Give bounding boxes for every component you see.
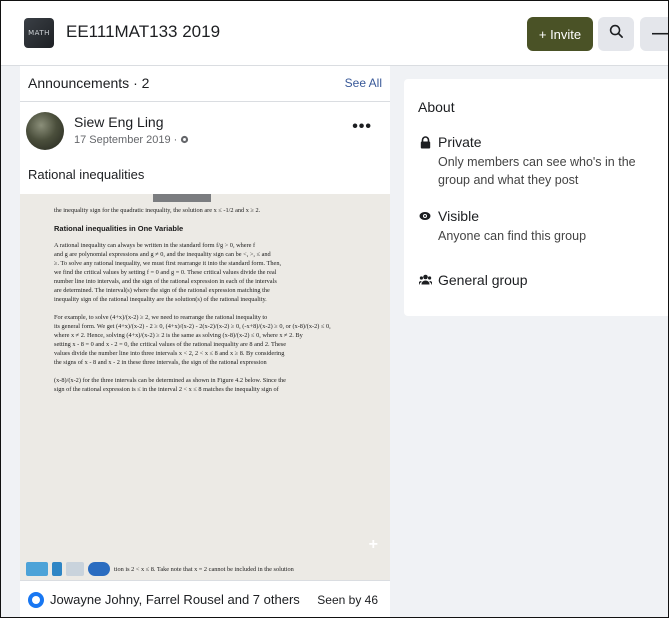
group-thumbnail[interactable]: MATH xyxy=(24,18,54,48)
doc-gap xyxy=(54,304,368,313)
plus-icon: + xyxy=(368,536,378,553)
private-description: Only members can see who's in the group … xyxy=(438,155,636,187)
toolbar-chip-icon[interactable] xyxy=(66,562,84,576)
post-footer: Jowayne Johny, Farrel Rousel and 7 other… xyxy=(20,580,390,618)
visible-title: Visible xyxy=(438,208,479,224)
lock-icon xyxy=(418,136,432,152)
doc-content: the inequality sign for the quadratic in… xyxy=(54,206,368,394)
post-date[interactable]: 17 September 2019 · xyxy=(74,134,189,146)
post-attachment-image[interactable]: the inequality sign for the quadratic in… xyxy=(20,194,390,580)
group-header: MATH EE111MAT133 2019 + Invite — xyxy=(0,0,669,66)
invite-button[interactable]: + Invite xyxy=(527,17,593,51)
private-title: Private xyxy=(438,134,482,150)
doc-line: A rational inequality can always be writ… xyxy=(54,242,256,249)
doc-line: sign of the rational expression is ≤ in … xyxy=(54,386,279,393)
reaction-icon[interactable] xyxy=(28,592,44,608)
about-title: About xyxy=(418,99,455,115)
search-icon xyxy=(609,24,624,44)
reactors-text[interactable]: Jowayne Johny, Farrel Rousel and 7 other… xyxy=(50,592,300,607)
doc-line: number line into intervals, and the sign… xyxy=(54,278,277,285)
invite-button-label: + Invite xyxy=(538,26,582,42)
doc-line: inequality sign of the rational inequali… xyxy=(54,296,267,303)
announcements-header: Announcements · 2 See All xyxy=(20,66,390,102)
post-header: Siew Eng Ling 17 September 2019 · ••• xyxy=(20,110,390,158)
avatar[interactable] xyxy=(26,112,64,150)
doc-toolbar-text: tion is 2 < x ≤ 8. Take note that x = 2 … xyxy=(114,565,294,573)
about-card: About Private Only members can see who's… xyxy=(404,79,669,316)
search-button[interactable] xyxy=(598,17,634,51)
group-name[interactable]: EE111MAT133 2019 xyxy=(66,22,220,42)
doc-lines: A rational inequality can always be writ… xyxy=(54,241,368,394)
doc-line: For example, to solve (4+x)/(x-2) ≥ 2, w… xyxy=(54,314,268,321)
toolbar-chip-icon[interactable] xyxy=(26,562,48,576)
post-author[interactable]: Siew Eng Ling xyxy=(74,114,164,130)
doc-top-line: the inequality sign for the quadratic in… xyxy=(54,207,261,214)
doc-line: the signs of x - 8 and x - 2 in these th… xyxy=(54,359,267,366)
doc-line: its general form. We get (4+x)/(x-2) - 2… xyxy=(54,323,331,330)
globe-icon xyxy=(180,134,189,146)
doc-line: values divide the number line into three… xyxy=(54,350,285,357)
eye-icon xyxy=(418,210,432,224)
doc-toolbar: tion is 2 < x ≤ 8. Take note that x = 2 … xyxy=(20,558,390,580)
doc-line: are determined. The interval(s) where th… xyxy=(54,287,270,294)
doc-caption-bar xyxy=(153,194,211,202)
toolbar-chip-icon[interactable] xyxy=(52,562,62,576)
post-date-text: 17 September 2019 · xyxy=(74,134,178,146)
announcements-title: Announcements · 2 xyxy=(28,75,150,91)
doc-line: where x ≠ 2. Hence, solving (4+x)/(x-2) … xyxy=(54,332,303,339)
more-options-button[interactable]: — xyxy=(640,17,669,51)
group-thumbnail-label: MATH xyxy=(28,29,50,37)
doc-gap xyxy=(54,367,368,376)
seen-by-text[interactable]: Seen by 46 xyxy=(317,593,378,607)
more-icon: — xyxy=(652,25,668,42)
doc-line: ≥. To solve any rational inequality, we … xyxy=(54,260,282,267)
toolbar-chip-icon[interactable] xyxy=(88,562,110,576)
post-text: Rational inequalities xyxy=(28,167,145,182)
doc-line: we find the critical values by setting f… xyxy=(54,269,277,276)
doc-line: setting x - 8 = 0 and x - 2 = 0, the cri… xyxy=(54,341,287,348)
general-group-title: General group xyxy=(438,272,528,288)
post-more-button[interactable]: ••• xyxy=(352,118,372,136)
visible-description: Anyone can find this group xyxy=(438,229,587,243)
doc-line: and g are polynomial expressions and g ≠… xyxy=(54,251,271,258)
see-all-link[interactable]: See All xyxy=(345,76,382,90)
group-icon xyxy=(417,274,433,288)
doc-line: (x-8)/(x-2) for the three intervals can … xyxy=(54,377,286,384)
announcements-panel: Announcements · 2 See All Siew Eng Ling … xyxy=(20,66,390,618)
doc-heading: Rational inequalities in One Variable xyxy=(54,224,184,233)
